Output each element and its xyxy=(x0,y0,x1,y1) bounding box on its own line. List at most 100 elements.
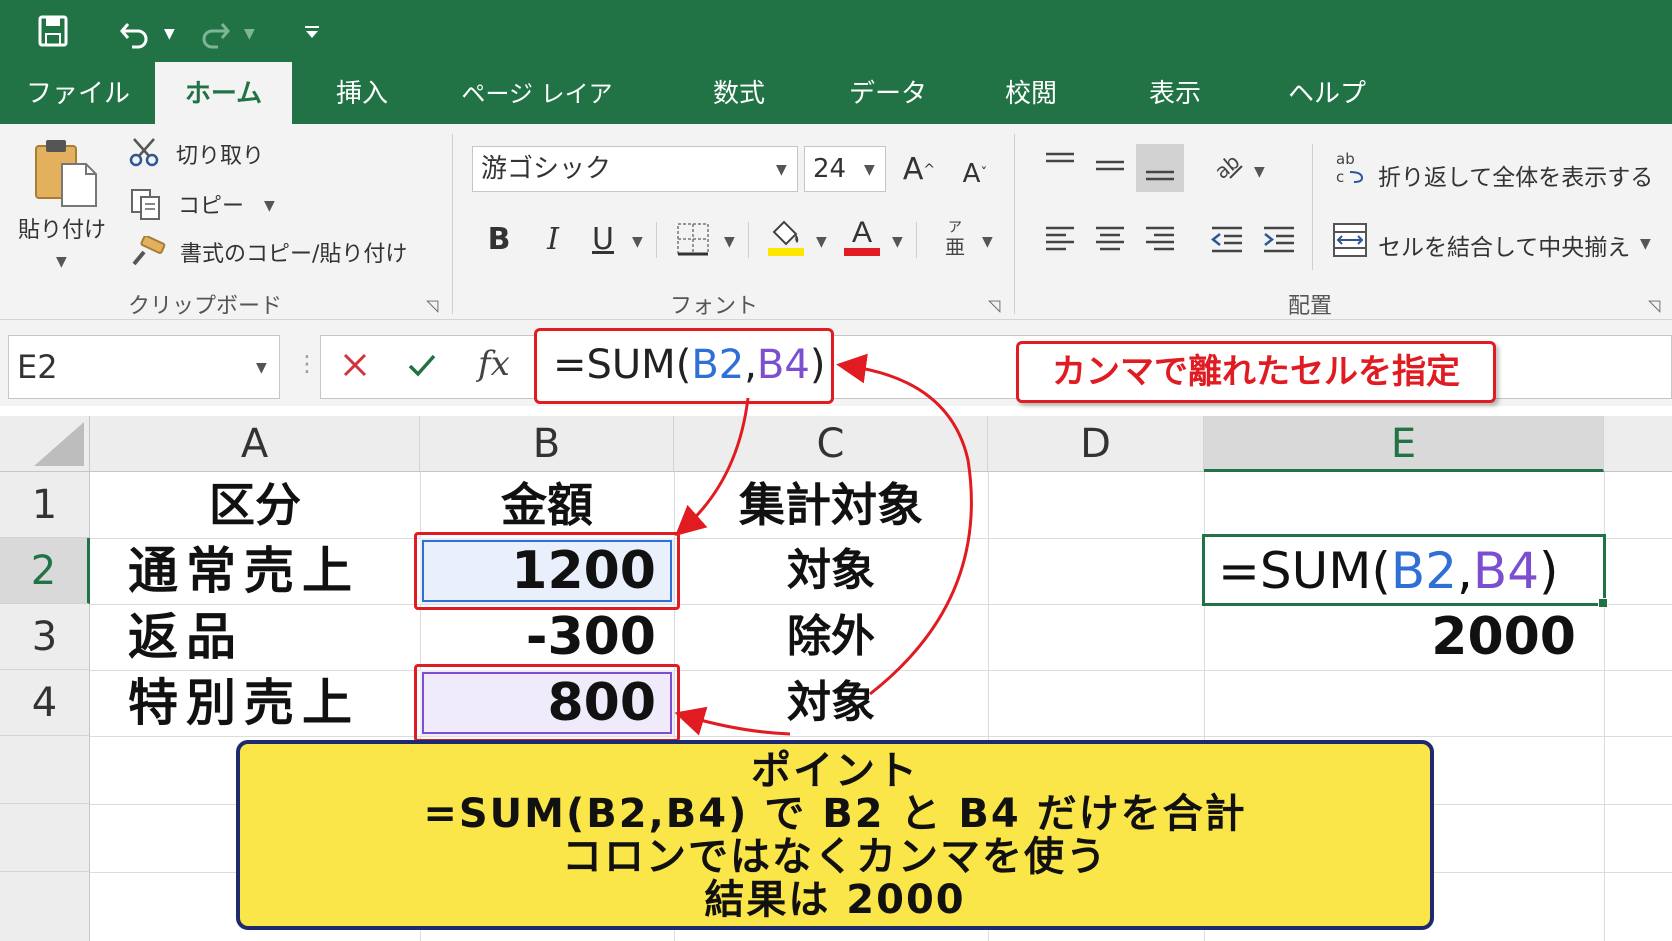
cell-e3[interactable]: 2000 xyxy=(1204,604,1576,670)
formula-input-highlight[interactable]: =SUM(B2,B4) xyxy=(534,328,834,404)
row-header-4[interactable]: 4 xyxy=(0,670,90,736)
merge-center-button[interactable]: セルを結合して中央揃え xyxy=(1378,228,1630,262)
tab-home[interactable]: ホーム xyxy=(155,62,292,124)
align-center-icon[interactable] xyxy=(1094,224,1126,260)
clipboard-launcher-icon[interactable]: ◹ xyxy=(426,296,438,315)
copy-icon[interactable] xyxy=(130,188,162,224)
tab-help[interactable]: ヘルプ xyxy=(1272,62,1382,124)
cell-b2[interactable]: 1200 xyxy=(420,538,656,604)
borders-dropdown-icon[interactable]: ▼ xyxy=(724,234,735,250)
fill-color-dropdown-icon[interactable]: ▼ xyxy=(816,234,827,250)
font-name-dropdown[interactable]: 游ゴシック xyxy=(472,146,798,192)
copy-dropdown-icon[interactable]: ▼ xyxy=(264,198,275,214)
fill-handle[interactable] xyxy=(1598,598,1608,608)
tab-page-layout[interactable]: ページ レイアウト xyxy=(452,62,622,172)
merge-center-dropdown-icon[interactable]: ▼ xyxy=(1640,236,1651,252)
tab-insert[interactable]: 挿入 xyxy=(314,62,410,124)
e2-formula-ref-b4: B4 xyxy=(1472,542,1540,600)
cell-a4[interactable]: 特別売上 xyxy=(128,670,360,736)
cell-a3[interactable]: 返品 xyxy=(128,604,244,670)
row-header-6[interactable] xyxy=(0,804,90,872)
paste-dropdown-icon[interactable]: ▼ xyxy=(56,254,67,270)
tab-data[interactable]: データ xyxy=(838,62,938,124)
increase-font-size-icon[interactable]: A^ xyxy=(902,150,936,190)
merge-center-icon[interactable] xyxy=(1332,222,1368,262)
undo-dropdown-icon[interactable]: ▼ xyxy=(164,26,175,42)
font-launcher-icon[interactable]: ◹ xyxy=(988,296,1000,315)
redo-dropdown-icon[interactable]: ▼ xyxy=(244,26,255,42)
font-size-dropdown-icon[interactable]: ▼ xyxy=(864,162,875,178)
top-align-icon[interactable] xyxy=(1044,150,1076,182)
cell-c4[interactable]: 対象 xyxy=(674,670,988,736)
scissors-icon[interactable] xyxy=(128,136,160,172)
column-header-f[interactable] xyxy=(1604,416,1672,472)
cell-c2[interactable]: 対象 xyxy=(674,538,988,604)
row-header-5[interactable] xyxy=(0,736,90,804)
font-name-dropdown-icon[interactable]: ▼ xyxy=(776,162,787,178)
column-header-c[interactable]: C xyxy=(674,416,988,472)
column-header-d[interactable]: D xyxy=(988,416,1204,472)
row-header-2[interactable]: 2 xyxy=(0,538,90,604)
wrap-text-icon[interactable]: ab c xyxy=(1334,150,1366,190)
fill-color-icon[interactable] xyxy=(766,218,806,262)
align-right-icon[interactable] xyxy=(1144,224,1176,260)
orientation-icon[interactable]: ab xyxy=(1210,148,1246,188)
underline-button[interactable]: U xyxy=(588,220,618,260)
enter-check-icon[interactable] xyxy=(406,350,438,384)
align-left-icon[interactable] xyxy=(1044,224,1076,260)
formula-bar-grip-icon[interactable]: ⋮ xyxy=(296,352,318,377)
svg-text:A: A xyxy=(852,216,872,249)
name-box-dropdown-icon[interactable]: ▼ xyxy=(256,360,267,376)
underline-dropdown-icon[interactable]: ▼ xyxy=(632,234,643,250)
point-note-box: ポイント =SUM(B2,B4) で B2 と B4 だけを合計 コロンではなく… xyxy=(236,740,1434,930)
cancel-icon[interactable] xyxy=(340,350,370,384)
cell-a2[interactable]: 通常売上 xyxy=(128,538,360,604)
bottom-align-icon[interactable] xyxy=(1136,144,1184,192)
font-color-icon[interactable]: A xyxy=(842,216,882,262)
increase-indent-icon[interactable] xyxy=(1262,224,1296,260)
point-line-formula: =SUM(B2,B4) で B2 と B4 だけを合計 xyxy=(423,791,1247,837)
column-header-e[interactable]: E xyxy=(1204,416,1604,472)
copy-button[interactable]: コピー xyxy=(178,188,244,220)
phonetic-dropdown-icon[interactable]: ▼ xyxy=(982,234,993,250)
alignment-launcher-icon[interactable]: ◹ xyxy=(1648,296,1660,315)
tab-file[interactable]: ファイル xyxy=(18,62,138,124)
format-painter-button[interactable]: 書式のコピー/貼り付け xyxy=(180,236,407,268)
paste-icon[interactable] xyxy=(32,136,100,212)
italic-button[interactable]: I xyxy=(538,220,568,260)
cut-button[interactable]: 切り取り xyxy=(176,138,264,170)
name-box[interactable]: E2 xyxy=(8,335,280,399)
format-painter-icon[interactable] xyxy=(130,234,166,272)
cell-c1[interactable]: 集計対象 xyxy=(674,472,988,538)
row-header-7[interactable] xyxy=(0,872,90,941)
cell-b4[interactable]: 800 xyxy=(420,670,656,736)
borders-icon[interactable] xyxy=(676,222,710,260)
cell-c3[interactable]: 除外 xyxy=(674,604,988,670)
cell-a1[interactable]: 区分 xyxy=(90,472,420,538)
ribbon-separator xyxy=(1014,134,1015,314)
alignment-group-label: 配置 xyxy=(1288,294,1333,319)
column-header-b[interactable]: B xyxy=(420,416,674,472)
tab-view[interactable]: 表示 xyxy=(1128,62,1222,124)
tab-review[interactable]: 校閲 xyxy=(984,62,1078,124)
annotation-callout: カンマで離れたセルを指定 xyxy=(1016,341,1496,403)
tab-formulas[interactable]: 数式 xyxy=(692,62,786,124)
row-header-3[interactable]: 3 xyxy=(0,604,90,670)
insert-function-icon[interactable]: fx xyxy=(478,344,510,384)
column-header-a[interactable]: A xyxy=(90,416,420,472)
paste-button[interactable]: 貼り付け xyxy=(18,212,106,244)
cell-b1[interactable]: 金額 xyxy=(420,472,674,538)
font-color-dropdown-icon[interactable]: ▼ xyxy=(892,234,903,250)
middle-align-icon[interactable] xyxy=(1094,150,1126,186)
ribbon-separator xyxy=(748,222,749,258)
orientation-dropdown-icon[interactable]: ▼ xyxy=(1254,164,1265,180)
select-all-button[interactable] xyxy=(0,416,90,472)
decrease-indent-icon[interactable] xyxy=(1210,224,1244,260)
bold-button[interactable]: B xyxy=(484,220,514,260)
wrap-text-button[interactable]: 折り返して全体を表示する xyxy=(1378,158,1653,192)
decrease-font-size-icon[interactable]: Aˇ xyxy=(958,154,992,194)
phonetic-guide-icon[interactable]: ア亜 xyxy=(940,218,970,262)
customize-icon[interactable] xyxy=(302,22,322,46)
cell-b3[interactable]: -300 xyxy=(420,604,656,670)
row-header-1[interactable]: 1 xyxy=(0,472,90,538)
